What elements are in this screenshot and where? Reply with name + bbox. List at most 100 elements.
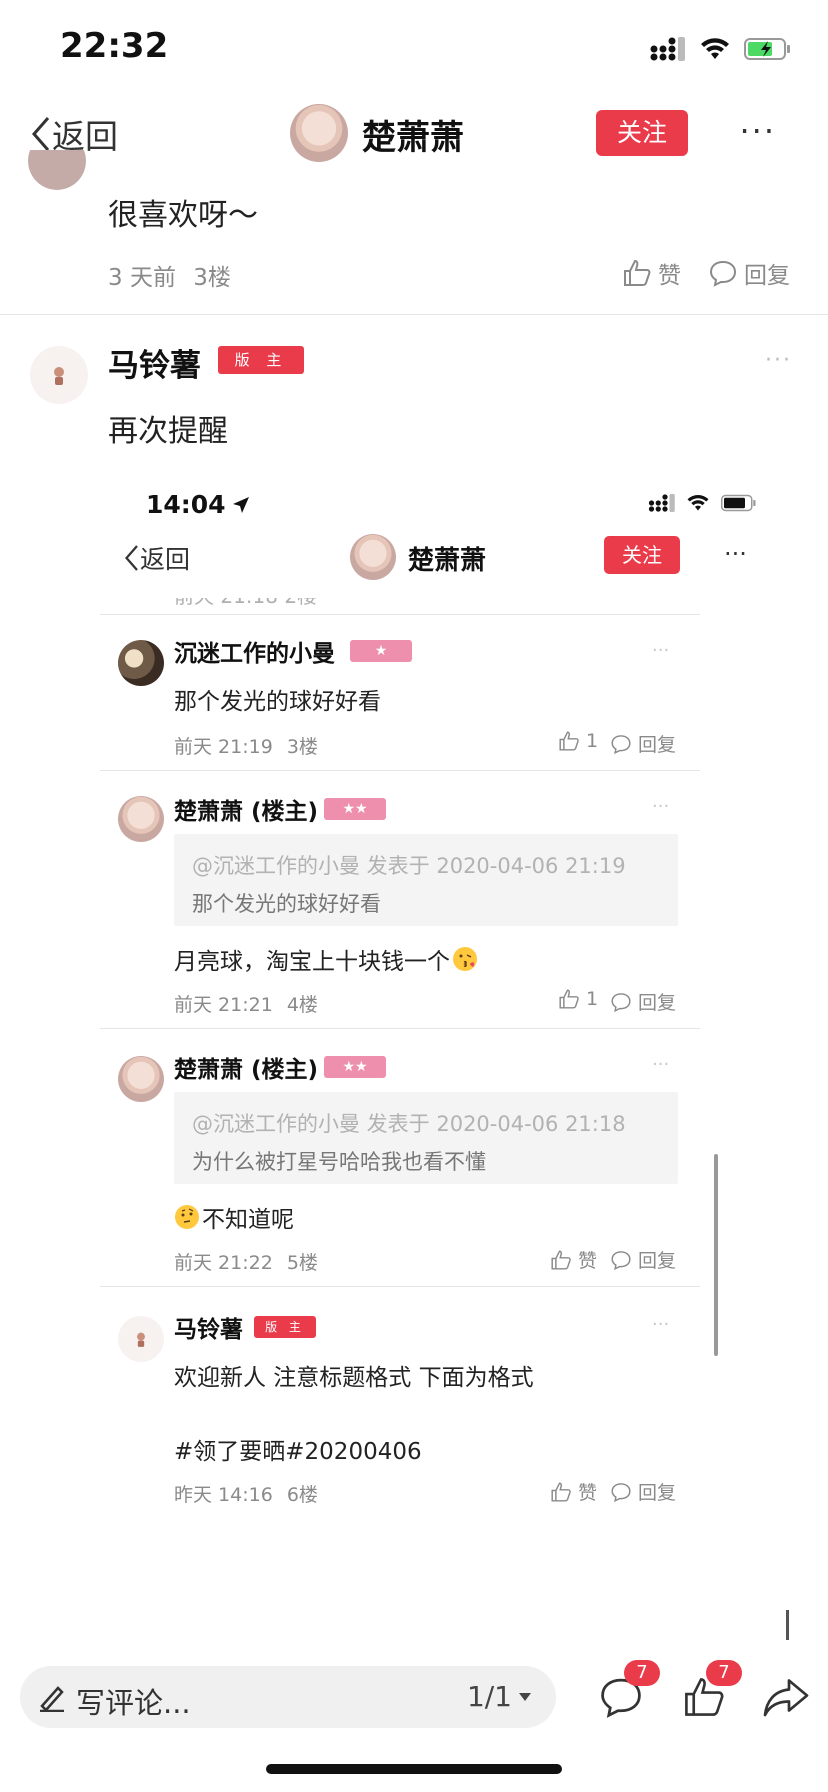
comment-more-button[interactable]: ···	[765, 348, 792, 373]
quote-box: @沉迷工作的小曼 发表于 2020-04-06 21:19 那个发光的球好好看	[174, 834, 678, 926]
like-label: 赞	[578, 1482, 598, 1504]
avatar-figure-icon	[54, 367, 64, 385]
reply-label: 回复	[638, 1250, 677, 1272]
like-post-button[interactable]: 7	[682, 1660, 742, 1724]
rank-badge: ★	[350, 640, 412, 662]
divider	[100, 614, 700, 615]
follow-button[interactable]: 关注	[596, 110, 688, 156]
reply-text-row: 月亮球，淘宝上十块钱一个	[174, 942, 478, 976]
reply-label: 回复	[638, 734, 677, 756]
reply-author: 沉迷工作的小曼	[174, 641, 335, 667]
clipped-row: 前天 21:18 2楼	[100, 598, 800, 610]
share-arrow-icon	[763, 1679, 809, 1717]
comment-floor: 3楼	[193, 265, 231, 291]
share-button[interactable]	[762, 1674, 810, 1724]
reply-meta: 前天 21:22 5楼	[174, 1248, 318, 1275]
embedded-screenshot: 14:04 返回 楚萧萧 关注 ··· 前天 21:18 2楼	[100, 470, 800, 1650]
reply-floor: 3楼	[286, 736, 318, 758]
thumbs-up-icon	[551, 1249, 571, 1270]
reply-floor: 4楼	[286, 994, 318, 1016]
reply-author: 马铃薯	[174, 1317, 243, 1343]
like-button[interactable]: 赞	[622, 256, 681, 290]
quote-box: @沉迷工作的小曼 发表于 2020-04-06 21:18 为什么被打星号哈哈我…	[174, 1092, 678, 1184]
quote-header: @沉迷工作的小曼 发表于 2020-04-06 21:18	[192, 1112, 626, 1136]
comment-text: 很喜欢呀～	[108, 198, 258, 233]
reply-text: 那个发光的球好好看	[174, 689, 381, 715]
embed-nav-user-name: 楚萧萧	[408, 546, 487, 576]
avatar[interactable]	[30, 346, 88, 404]
nav-avatar[interactable]	[290, 104, 348, 162]
reply-time: 昨天 14:16	[174, 1484, 273, 1506]
reply-text: 欢迎新人 注意标题格式 下面为格式	[174, 1365, 534, 1391]
wifi-icon	[701, 38, 729, 59]
reply-button: 回复	[610, 1478, 676, 1505]
avatar	[118, 1316, 164, 1362]
thumbs-up-icon	[551, 1481, 571, 1502]
reply-button: 回复	[610, 988, 676, 1015]
home-indicator[interactable]	[266, 1764, 562, 1774]
rank-badge: ★★	[324, 798, 386, 820]
like-count: 1	[586, 988, 599, 1010]
comment-input[interactable]: 写评论... 1/1	[20, 1666, 556, 1728]
like-button: 1	[558, 988, 598, 1010]
reply-button[interactable]: 回复	[708, 256, 790, 290]
chat-bubble-icon	[611, 992, 631, 1012]
cellular-signal-icon	[650, 37, 685, 61]
thumbs-up-icon	[559, 731, 579, 751]
reply-text: #领了要晒#20200406	[174, 1439, 422, 1465]
wifi-icon	[687, 494, 709, 511]
comments-button[interactable]: 7	[598, 1660, 660, 1724]
quote-text: 为什么被打星号哈哈我也看不懂	[192, 1150, 486, 1174]
page-indicator[interactable]: 1/1	[467, 1680, 532, 1713]
like-button: 1	[558, 730, 598, 752]
reply-button: 回复	[610, 1246, 676, 1273]
divider	[100, 1286, 700, 1287]
divider	[100, 770, 700, 771]
chevron-left-icon	[32, 117, 50, 151]
rank-badge: ★★	[324, 1056, 386, 1078]
caret-down-icon	[519, 1692, 531, 1701]
embed-status-time: 14:04	[146, 490, 250, 519]
like-button: 赞	[550, 1246, 597, 1273]
embed-follow-button: 关注	[604, 536, 680, 574]
chat-bubble-icon	[611, 1250, 631, 1270]
divider	[100, 1028, 700, 1029]
embed-more-button: ···	[724, 540, 747, 568]
reply-button: 回复	[610, 730, 676, 757]
comment-count-badge: 7	[624, 1660, 660, 1686]
like-label: 赞	[578, 1250, 598, 1272]
nav-bar: 返回 楚萧萧 关注 ···	[0, 96, 828, 168]
more-options-button[interactable]: ···	[739, 112, 776, 150]
nav-user-name[interactable]: 楚萧萧	[362, 110, 464, 159]
embed-status-time-text: 14:04	[146, 490, 226, 519]
reply-text-row: 不知道呢	[174, 1200, 294, 1234]
chat-bubble-icon	[611, 1482, 631, 1502]
reply-label: 回复	[744, 263, 790, 289]
like-count: 1	[586, 730, 599, 752]
reply-author: 楚萧萧 (楼主)	[174, 799, 319, 825]
cellular-signal-icon	[648, 494, 675, 512]
reply-text: 月亮球，淘宝上十块钱一个	[174, 949, 450, 975]
status-icons	[650, 34, 792, 64]
avatar	[118, 640, 164, 686]
reply-floor: 5楼	[286, 1252, 318, 1274]
embed-back-button: 返回	[122, 540, 190, 576]
page-indicator-text: 1/1	[466, 1680, 512, 1713]
reply-time: 前天 21:21	[174, 994, 273, 1016]
reply-label: 回复	[638, 1482, 677, 1504]
like-count-badge: 7	[706, 1660, 742, 1686]
reply-label: 回复	[638, 992, 677, 1014]
reply-author: 楚萧萧 (楼主)	[174, 1057, 319, 1083]
divider	[0, 314, 828, 315]
reply-more-button: ···	[652, 1054, 670, 1075]
chat-bubble-icon	[611, 734, 631, 754]
clipped-meta: 前天 21:18 2楼	[174, 598, 317, 609]
embed-scroll-marker	[786, 1610, 789, 1640]
reply-more-button: ···	[652, 640, 670, 661]
comment-placeholder: 写评论...	[76, 1686, 191, 1720]
avatar[interactable]	[28, 150, 86, 190]
reply-floor: 6楼	[286, 1484, 318, 1506]
reply-meta: 昨天 14:16 6楼	[174, 1480, 318, 1507]
comment-time: 3 天前	[108, 265, 176, 291]
comment-author[interactable]: 马铃薯	[108, 340, 201, 385]
